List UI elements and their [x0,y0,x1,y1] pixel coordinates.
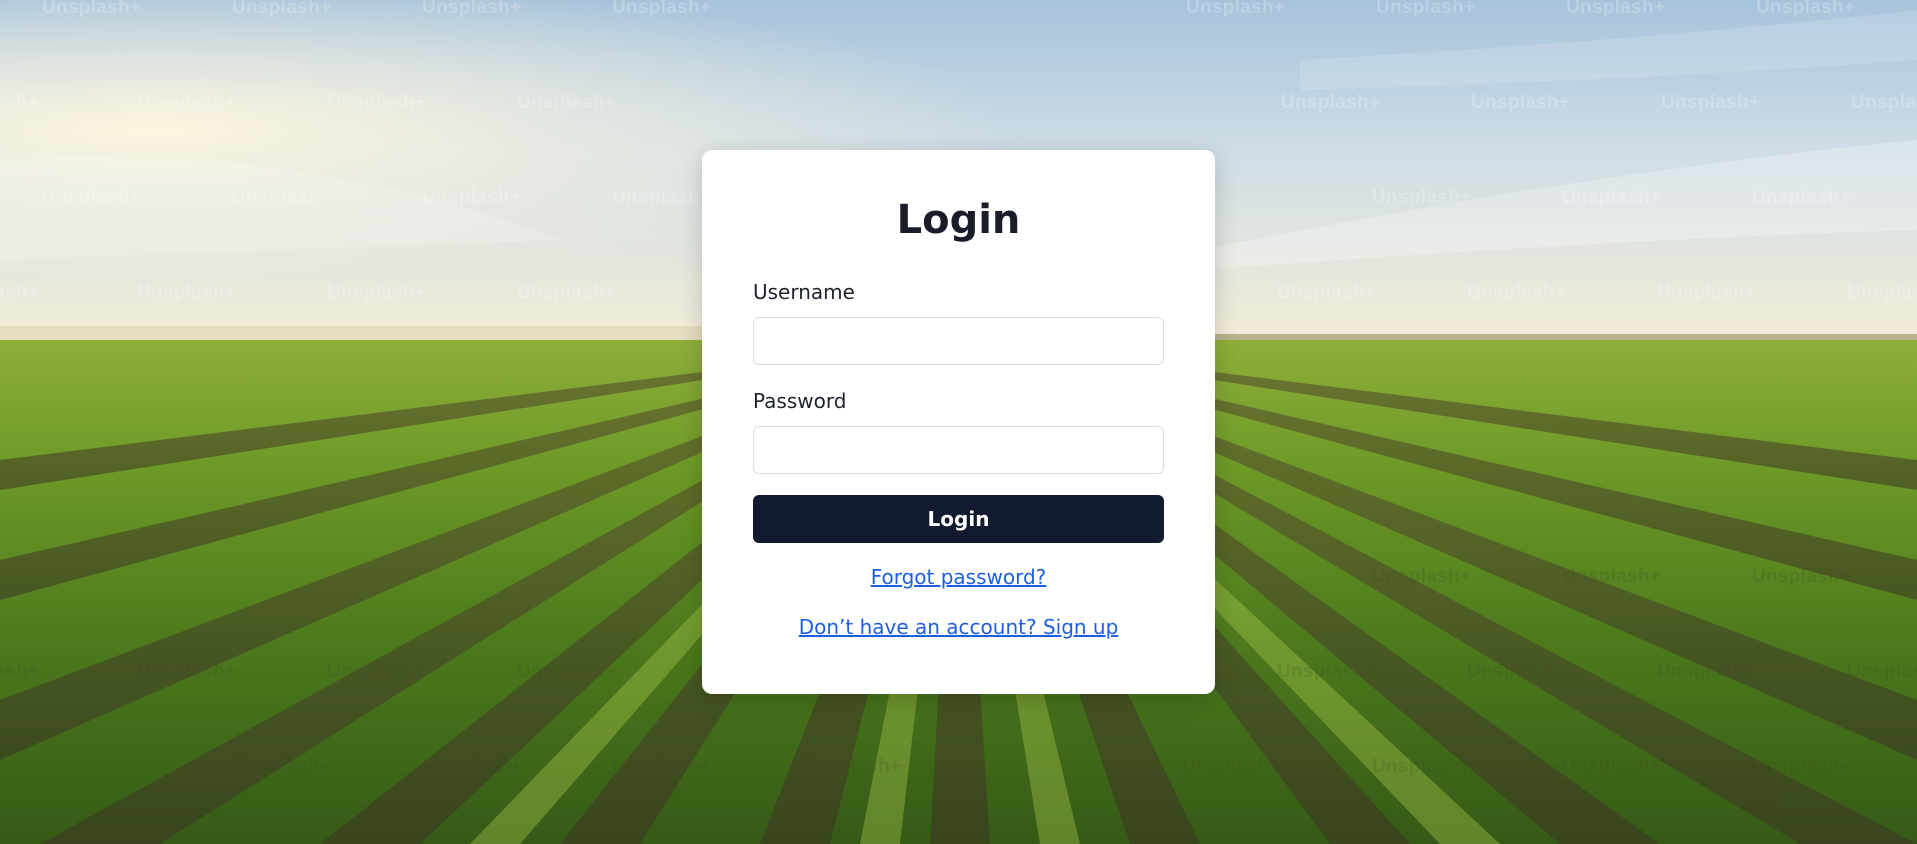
login-card: Login Username Password Login Forgot pas… [702,150,1215,694]
forgot-password-link[interactable]: Forgot password? [702,567,1215,587]
signup-link[interactable]: Don’t have an account? Sign up [702,617,1215,637]
password-label: Password [753,389,847,413]
login-button[interactable]: Login [753,495,1164,543]
username-label: Username [753,280,855,304]
username-input[interactable] [753,317,1164,365]
login-title: Login [896,197,1021,243]
login-page: Unsplash+ Unsplash+ Unsplash+ Unsplash+ … [0,0,1917,844]
password-input[interactable] [753,426,1164,474]
